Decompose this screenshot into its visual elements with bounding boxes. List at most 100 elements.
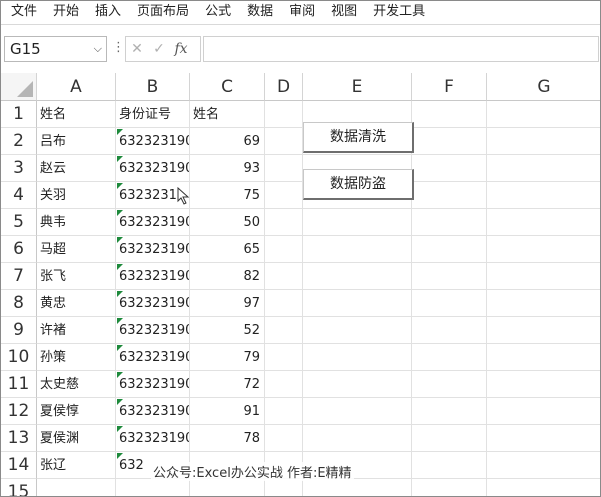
cell[interactable] xyxy=(412,155,487,182)
cell[interactable]: 张辽 xyxy=(37,452,116,479)
menu-item-2[interactable]: 插入 xyxy=(87,1,129,25)
cell[interactable]: 姓名 xyxy=(37,101,116,128)
column-header-b[interactable]: B xyxy=(116,73,190,101)
cell[interactable] xyxy=(487,398,600,425)
row-header[interactable]: 7 xyxy=(1,263,37,290)
column-header-g[interactable]: G xyxy=(487,73,600,101)
cell[interactable] xyxy=(37,479,116,496)
cell[interactable]: 孙策 xyxy=(37,344,116,371)
cell[interactable] xyxy=(487,101,600,128)
row-header[interactable]: 8 xyxy=(1,290,37,317)
cell[interactable]: 身份证号 xyxy=(116,101,190,128)
row-header[interactable]: 13 xyxy=(1,425,37,452)
row-header[interactable]: 6 xyxy=(1,236,37,263)
cell[interactable] xyxy=(265,128,303,155)
cell[interactable] xyxy=(265,290,303,317)
cell[interactable]: 夏侯渊 xyxy=(37,425,116,452)
cell[interactable] xyxy=(265,101,303,128)
cell[interactable]: 632323190 xyxy=(116,344,190,371)
cell[interactable] xyxy=(265,344,303,371)
cell[interactable] xyxy=(265,425,303,452)
cell[interactable] xyxy=(303,479,412,496)
cell[interactable] xyxy=(412,209,487,236)
cell[interactable]: 太史慈 xyxy=(37,371,116,398)
cell[interactable] xyxy=(412,263,487,290)
cell[interactable]: 黄忠 xyxy=(37,290,116,317)
menu-item-1[interactable]: 开始 xyxy=(45,1,87,25)
cell[interactable]: 632323190 xyxy=(116,155,190,182)
enter-icon[interactable]: ✓ xyxy=(148,41,170,57)
cell[interactable]: 632323190 xyxy=(116,317,190,344)
cell[interactable] xyxy=(265,371,303,398)
cell[interactable] xyxy=(303,290,412,317)
cell[interactable] xyxy=(265,209,303,236)
cell[interactable] xyxy=(303,371,412,398)
column-header-d[interactable]: D xyxy=(265,73,303,101)
menu-item-0[interactable]: 文件 xyxy=(1,1,45,25)
cell[interactable] xyxy=(487,236,600,263)
row-header[interactable]: 5 xyxy=(1,209,37,236)
menu-item-7[interactable]: 视图 xyxy=(323,1,365,25)
cell[interactable] xyxy=(487,290,600,317)
cell[interactable]: 69 xyxy=(190,128,265,155)
cell[interactable]: 马超 xyxy=(37,236,116,263)
cell[interactable] xyxy=(412,236,487,263)
row-header[interactable]: 12 xyxy=(1,398,37,425)
cell[interactable] xyxy=(487,128,600,155)
cell[interactable] xyxy=(303,344,412,371)
cell[interactable] xyxy=(412,425,487,452)
cell[interactable]: 72 xyxy=(190,371,265,398)
cell[interactable] xyxy=(487,155,600,182)
menu-item-6[interactable]: 审阅 xyxy=(281,1,323,25)
cell[interactable]: 632323190 xyxy=(116,425,190,452)
cell[interactable]: 91 xyxy=(190,398,265,425)
cell[interactable] xyxy=(303,317,412,344)
row-header[interactable]: 9 xyxy=(1,317,37,344)
menu-item-5[interactable]: 数据 xyxy=(239,1,281,25)
column-header-c[interactable]: C xyxy=(190,73,265,101)
cell[interactable] xyxy=(412,344,487,371)
cell[interactable] xyxy=(412,371,487,398)
more-options-icon[interactable]: ⋮ xyxy=(112,41,125,57)
cell[interactable]: 张飞 xyxy=(37,263,116,290)
row-header[interactable]: 4 xyxy=(1,182,37,209)
cell[interactable] xyxy=(303,263,412,290)
cell[interactable]: 632323190 xyxy=(116,128,190,155)
row-header[interactable]: 10 xyxy=(1,344,37,371)
cell[interactable]: 姓名 xyxy=(190,101,265,128)
cell[interactable] xyxy=(265,317,303,344)
menu-item-4[interactable]: 公式 xyxy=(197,1,239,25)
cell[interactable]: 典韦 xyxy=(37,209,116,236)
cell[interactable] xyxy=(412,101,487,128)
cell[interactable] xyxy=(412,479,487,496)
cell[interactable] xyxy=(412,128,487,155)
cell[interactable] xyxy=(190,479,265,496)
cell[interactable]: 632323190 xyxy=(116,290,190,317)
cell[interactable] xyxy=(116,479,190,496)
select-all-corner[interactable] xyxy=(1,73,37,101)
row-header[interactable]: 11 xyxy=(1,371,37,398)
cell[interactable]: 632323190 xyxy=(116,263,190,290)
cell[interactable]: 93 xyxy=(190,155,265,182)
cell[interactable] xyxy=(487,209,600,236)
cancel-icon[interactable]: ✕ xyxy=(126,41,148,57)
row-header[interactable]: 14 xyxy=(1,452,37,479)
cell[interactable]: 97 xyxy=(190,290,265,317)
formula-input[interactable] xyxy=(203,36,599,62)
cell[interactable] xyxy=(487,182,600,209)
chevron-down-icon[interactable]: ⌵ xyxy=(94,37,102,61)
menu-item-3[interactable]: 页面布局 xyxy=(129,1,197,25)
cell[interactable] xyxy=(487,263,600,290)
row-header[interactable]: 3 xyxy=(1,155,37,182)
cell[interactable] xyxy=(265,398,303,425)
cell[interactable] xyxy=(265,236,303,263)
cell[interactable] xyxy=(303,398,412,425)
cell[interactable] xyxy=(303,236,412,263)
menu-item-8[interactable]: 开发工具 xyxy=(365,1,433,25)
cell[interactable] xyxy=(303,209,412,236)
cell[interactable] xyxy=(487,425,600,452)
cell[interactable]: 50 xyxy=(190,209,265,236)
cell[interactable]: 78 xyxy=(190,425,265,452)
cell[interactable] xyxy=(265,479,303,496)
cell[interactable] xyxy=(265,182,303,209)
